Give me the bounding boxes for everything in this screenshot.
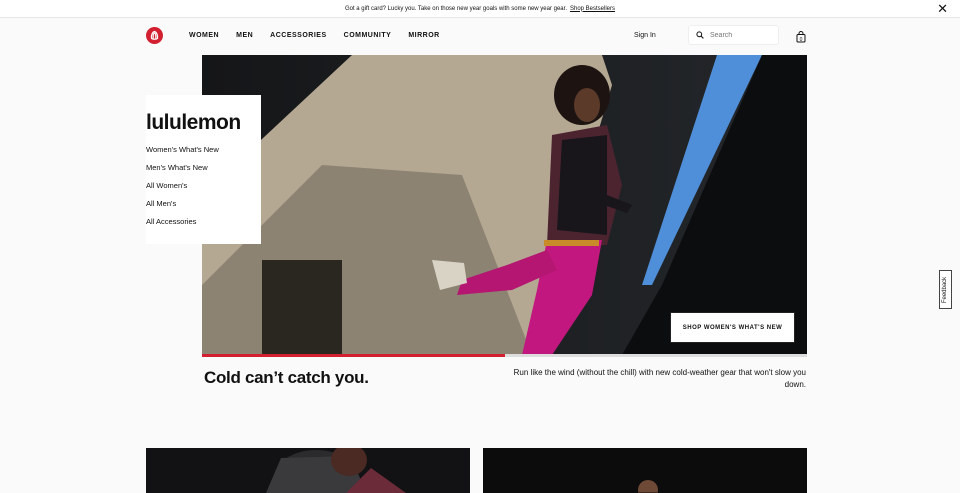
carousel-progress-fill — [202, 354, 505, 357]
close-icon[interactable]: ✕ — [937, 2, 948, 15]
main-nav: WOMEN MEN ACCESSORIES COMMUNITY MIRROR S… — [0, 18, 960, 55]
nav-item-mirror[interactable]: MIRROR — [408, 32, 439, 39]
sign-in-link[interactable]: Sign In — [634, 32, 656, 39]
lululemon-logo-icon[interactable] — [146, 27, 163, 44]
link-all-womens[interactable]: All Women's — [146, 181, 261, 190]
shopping-bag-icon[interactable]: 0 — [796, 30, 806, 48]
tile-photo-left — [146, 448, 470, 493]
shop-womens-whats-new-button[interactable]: SHOP WOMEN'S WHAT'S NEW — [670, 312, 795, 343]
hero-photo — [202, 55, 807, 355]
search-icon — [696, 31, 704, 39]
promo-text: Got a gift card? Lucky you. Take on thos… — [344, 5, 567, 12]
hero-subtext: Run like the wind (without the chill) wi… — [513, 368, 806, 389]
link-all-accessories[interactable]: All Accessories — [146, 217, 261, 226]
brand-title: lululemon — [146, 111, 241, 134]
nav-item-community[interactable]: COMMUNITY — [344, 32, 392, 39]
search-input[interactable] — [710, 31, 770, 39]
link-mens-whats-new[interactable]: Men's What's New — [146, 163, 261, 172]
hero-headline: Cold can’t catch you. — [204, 368, 369, 387]
carousel-progress — [202, 354, 807, 357]
promo-tile-left[interactable] — [146, 448, 470, 493]
feedback-label: Feedback — [942, 276, 949, 303]
primary-menu: WOMEN MEN ACCESSORIES COMMUNITY MIRROR — [189, 32, 457, 39]
hero-menu-card: lululemon Women's What's New Men's What'… — [146, 95, 261, 244]
nav-item-accessories[interactable]: ACCESSORIES — [270, 32, 326, 39]
bag-count: 0 — [800, 37, 803, 43]
promo-banner: Got a gift card? Lucky you. Take on thos… — [0, 0, 960, 18]
link-womens-whats-new[interactable]: Women's What's New — [146, 145, 261, 154]
nav-item-men[interactable]: MEN — [236, 32, 253, 39]
tile-photo-right — [483, 448, 807, 493]
feedback-tab[interactable]: Feedback — [939, 270, 952, 309]
hero-link-list: Women's What's New Men's What's New All … — [146, 145, 261, 226]
hero-image[interactable] — [202, 55, 807, 355]
link-all-mens[interactable]: All Men's — [146, 199, 261, 208]
nav-item-women[interactable]: WOMEN — [189, 32, 219, 39]
search-box[interactable] — [688, 25, 779, 45]
promo-tile-right[interactable] — [483, 448, 807, 493]
shop-bestsellers-link[interactable]: Shop Bestsellers — [570, 6, 615, 12]
